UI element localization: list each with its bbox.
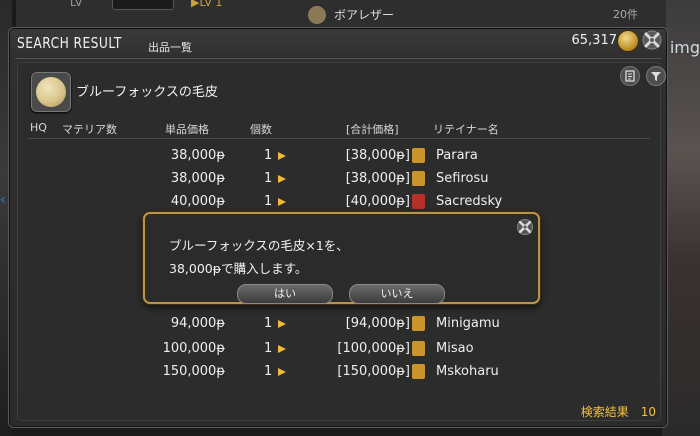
total-price: [38,000ᵽ] <box>345 148 410 163</box>
purchase-confirm-dialog: ブルーフォックスの毛皮×1を、 38,000ᵽで購入します。 はい いいえ <box>143 212 540 304</box>
retainer-city-icon <box>412 341 425 356</box>
crossed-tools-icon[interactable] <box>641 29 663 51</box>
total-price: [38,000ᵽ] <box>345 171 410 186</box>
title-divider <box>15 58 661 59</box>
play-arrow-icon <box>278 320 286 328</box>
total-price: [94,000ᵽ] <box>345 316 410 331</box>
window-subtitle: 出品一覧 <box>148 41 192 54</box>
column-total[interactable]: [合計価格] <box>346 121 399 137</box>
dialog-line-2: 38,000ᵽで購入します。 <box>169 261 308 276</box>
no-button[interactable]: いいえ <box>349 284 445 304</box>
fur-item-icon <box>31 72 71 112</box>
quantity: 1 <box>264 341 273 356</box>
quantity: 1 <box>264 171 273 186</box>
item-name: ブルーフォックスの毛皮 <box>76 85 218 100</box>
dialog-line-1: ブルーフォックスの毛皮×1を、 <box>169 238 349 253</box>
table-row[interactable]: 40,000ᵽ 1 [40,000ᵽ] Sacredsky <box>18 191 660 213</box>
column-quantity[interactable]: 個数 <box>250 121 272 137</box>
unit-price: 150,000ᵽ <box>162 364 225 379</box>
retainer-city-icon <box>412 148 425 163</box>
yes-button[interactable]: はい <box>237 284 333 304</box>
unit-price: 40,000ᵽ <box>170 194 225 209</box>
retainer-name: Sacredsky <box>436 194 503 209</box>
play-arrow-icon <box>278 198 286 206</box>
crossed-tools-icon[interactable] <box>516 218 534 236</box>
total-price: [150,000ᵽ] <box>337 364 410 379</box>
retainer-name: Minigamu <box>436 316 500 331</box>
retainer-city-icon <box>412 316 425 331</box>
retainer-city-icon <box>412 364 425 379</box>
table-row[interactable]: 94,000ᵽ 1 [94,000ᵽ] Minigamu <box>18 313 660 335</box>
retainer-name: Parara <box>436 148 478 163</box>
play-arrow-icon <box>278 345 286 353</box>
unit-price: 38,000ᵽ <box>170 148 225 163</box>
behind-lv-box <box>112 0 174 10</box>
table-row[interactable]: 150,000ᵽ 1 [150,000ᵽ] Mskoharu <box>18 361 660 383</box>
header-divider <box>28 138 650 139</box>
unit-price: 94,000ᵽ <box>170 316 225 331</box>
filter-icon[interactable] <box>646 66 666 86</box>
total-price: [40,000ᵽ] <box>345 194 410 209</box>
play-arrow-icon <box>278 152 286 160</box>
retainer-city-icon <box>412 171 425 186</box>
result-count: 検索結果 10 <box>581 403 656 420</box>
background-text: img <box>669 38 700 57</box>
quantity: 1 <box>264 364 273 379</box>
table-row[interactable]: 100,000ᵽ 1 [100,000ᵽ] Misao <box>18 338 660 360</box>
behind-item-icon <box>308 6 326 24</box>
column-unit-price[interactable]: 単品価格 <box>165 121 209 137</box>
gil-amount: 65,317 <box>571 33 618 48</box>
unit-price: 38,000ᵽ <box>170 171 225 186</box>
dialog-message: ブルーフォックスの毛皮×1を、 38,000ᵽで購入します。 <box>169 234 349 280</box>
table-row[interactable]: 38,000ᵽ 1 [38,000ᵽ] Parara <box>18 145 660 167</box>
play-arrow-icon <box>278 175 286 183</box>
quantity: 1 <box>264 316 273 331</box>
column-hq[interactable]: HQ <box>30 121 47 134</box>
behind-item-count: 20件 <box>613 8 638 21</box>
unit-price: 100,000ᵽ <box>162 341 225 356</box>
quantity: 1 <box>264 148 273 163</box>
behind-lv-right: ▶LV 1 <box>191 0 223 9</box>
quantity: 1 <box>264 194 273 209</box>
total-price: [100,000ᵽ] <box>337 341 410 356</box>
play-arrow-icon <box>278 368 286 376</box>
background-arrow: ‹ <box>0 192 6 208</box>
list-icon[interactable] <box>620 66 640 86</box>
retainer-name: Mskoharu <box>436 364 499 379</box>
gil-coin-icon <box>617 30 639 52</box>
column-retainer[interactable]: リテイナー名 <box>433 121 499 137</box>
retainer-name: Misao <box>436 341 474 356</box>
retainer-name: Sefirosu <box>436 171 489 186</box>
result-count-label: 検索結果 <box>580 405 629 419</box>
result-count-value: 10 <box>640 405 656 419</box>
behind-lv-label: LV <box>70 0 83 9</box>
behind-item-name: ボアレザー <box>334 8 395 22</box>
column-materia[interactable]: マテリア数 <box>62 121 117 137</box>
table-row[interactable]: 38,000ᵽ 1 [38,000ᵽ] Sefirosu <box>18 168 660 190</box>
retainer-city-icon <box>412 194 425 209</box>
window-title: SEARCH RESULT <box>17 34 122 52</box>
